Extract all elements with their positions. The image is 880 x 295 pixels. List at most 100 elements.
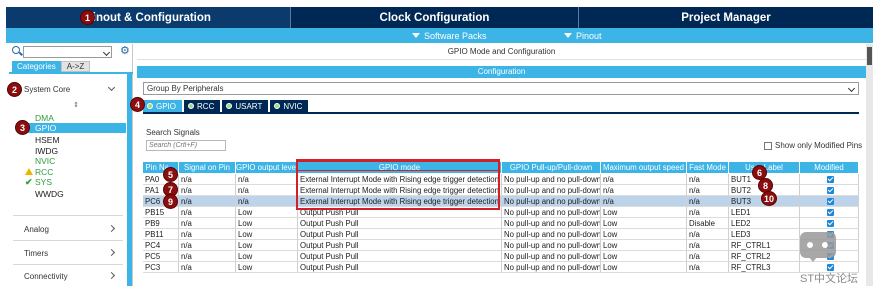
cell-modified[interactable]	[800, 185, 859, 196]
category-search-combo[interactable]	[23, 46, 112, 58]
cell-gpio-output-level[interactable]: n/a	[236, 185, 298, 196]
table-row[interactable]: PB11 n/a Low Output Push Pull No pull-up and…	[143, 229, 859, 240]
section-analog[interactable]: Analog	[24, 225, 49, 234]
cell-gpio-output-level[interactable]: Low	[236, 251, 298, 262]
checkbox-icon[interactable]	[764, 141, 772, 150]
tree-item-wwdg[interactable]: WWDG	[35, 189, 64, 199]
column-header-max-output-speed[interactable]: Maximum output speed	[601, 162, 687, 173]
cell-gpio-pull[interactable]: No pull-up and no pull-down	[502, 240, 601, 251]
cell-gpio-mode[interactable]: Output Push Pull	[298, 262, 502, 273]
table-row[interactable]: PA0 n/a n/a External Interrupt Mode with Ri…	[143, 174, 859, 185]
cell-gpio-pull[interactable]: No pull-up and no pull-down	[502, 229, 601, 240]
cell-user-label[interactable]: RF_CTRL3	[729, 262, 800, 273]
cell-max-output-speed[interactable]: Low	[601, 207, 687, 218]
cell-signal-on-pin[interactable]: n/a	[179, 196, 236, 207]
tree-item-sys[interactable]: SYS	[35, 177, 52, 187]
column-header-gpio-pull[interactable]: GPIO Pull-up/Pull-down	[502, 162, 601, 173]
table-row[interactable]: PB15 n/a Low Output Push Pull No pull-up and…	[143, 207, 859, 218]
cell-gpio-output-level[interactable]: Low	[236, 207, 298, 218]
cell-user-label[interactable]: RF_CTRL1	[729, 240, 800, 251]
cell-signal-on-pin[interactable]: n/a	[179, 218, 236, 229]
tab-rcc[interactable]: RCC	[184, 100, 221, 112]
cell-gpio-mode[interactable]: Output Push Pull	[298, 218, 502, 229]
cell-gpio-output-level[interactable]: Low	[236, 262, 298, 273]
cell-modified[interactable]	[800, 207, 859, 218]
cell-pin-name[interactable]: PC4	[143, 240, 179, 251]
chevron-right-icon[interactable]	[107, 271, 116, 280]
table-row[interactable]: PA1 n/a n/a External Interrupt Mode with Ri…	[143, 185, 859, 196]
cell-pin-name[interactable]: PB11	[143, 229, 179, 240]
tree-item-iwdg[interactable]: IWDG	[35, 146, 58, 156]
chevron-right-icon[interactable]	[107, 248, 116, 257]
cell-max-output-speed[interactable]: Low	[601, 218, 687, 229]
cell-fast-mode[interactable]: Disable	[687, 218, 729, 229]
column-header-fast-mode[interactable]: Fast Mode	[687, 162, 729, 173]
cell-gpio-pull[interactable]: No pull-up and no pull-down	[502, 185, 601, 196]
section-timers[interactable]: Timers	[24, 249, 48, 258]
cell-gpio-output-level[interactable]: n/a	[236, 196, 298, 207]
tree-item-gpio[interactable]: GPIO	[27, 123, 126, 133]
modified-checkbox[interactable]	[826, 176, 834, 183]
tab-clock-configuration[interactable]: Clock Configuration	[291, 7, 579, 28]
cell-fast-mode[interactable]: n/a	[687, 196, 729, 207]
cell-fast-mode[interactable]: n/a	[687, 174, 729, 185]
sort-icon[interactable]: ⇕	[73, 102, 79, 109]
cell-fast-mode[interactable]: n/a	[687, 185, 729, 196]
cell-signal-on-pin[interactable]: n/a	[179, 185, 236, 196]
section-system-core[interactable]: System Core	[24, 85, 70, 94]
table-row[interactable]: PC6 n/a n/a External Interrupt Mode with Ri…	[143, 196, 859, 207]
tab-pinout-configuration[interactable]: Pinout & Configuration	[6, 7, 291, 28]
cell-max-output-speed[interactable]: n/a	[601, 185, 687, 196]
cell-max-output-speed[interactable]: n/a	[601, 174, 687, 185]
tab-categories[interactable]: Categories	[12, 61, 61, 72]
section-connectivity[interactable]: Connectivity	[24, 272, 68, 281]
pinout-menu[interactable]: Pinout	[564, 29, 602, 42]
cell-fast-mode[interactable]: n/a	[687, 240, 729, 251]
cell-signal-on-pin[interactable]: n/a	[179, 262, 236, 273]
cell-gpio-output-level[interactable]: Low	[236, 229, 298, 240]
tab-project-manager[interactable]: Project Manager	[579, 7, 873, 28]
cell-gpio-output-level[interactable]: Low	[236, 218, 298, 229]
table-row[interactable]: PC3 n/a Low Output Push Pull No pull-up and …	[143, 262, 859, 273]
modified-checkbox[interactable]	[826, 187, 834, 194]
column-header-modified[interactable]: Modified	[800, 162, 859, 173]
chevron-right-icon[interactable]	[107, 224, 116, 233]
cell-gpio-pull[interactable]: No pull-up and no pull-down	[502, 196, 601, 207]
cell-gpio-output-level[interactable]: n/a	[236, 174, 298, 185]
scrollbar-thumb[interactable]	[867, 47, 872, 65]
cell-gpio-pull[interactable]: No pull-up and no pull-down	[502, 218, 601, 229]
tree-item-dma[interactable]: DMA	[35, 113, 54, 123]
chevron-down-icon[interactable]	[107, 83, 116, 92]
cell-signal-on-pin[interactable]: n/a	[179, 240, 236, 251]
tree-item-rcc[interactable]: RCC	[35, 167, 53, 177]
group-by-select[interactable]: Group By Peripherals	[143, 82, 859, 95]
cell-max-output-speed[interactable]: Low	[601, 240, 687, 251]
cell-signal-on-pin[interactable]: n/a	[179, 207, 236, 218]
cell-user-label[interactable]: RF_CTRL2	[729, 251, 800, 262]
column-header-gpio-output-level[interactable]: GPIO output level	[236, 162, 298, 173]
cell-modified[interactable]	[800, 196, 859, 207]
cell-modified[interactable]	[800, 218, 859, 229]
cell-modified[interactable]	[800, 174, 859, 185]
gear-icon[interactable]: ⚙	[120, 46, 130, 57]
show-modified-toggle[interactable]: Show only Modified Pins	[764, 141, 862, 150]
cell-gpio-mode[interactable]: Output Push Pull	[298, 240, 502, 251]
tab-gpio[interactable]: GPIO	[143, 100, 183, 112]
table-row[interactable]: PC4 n/a Low Output Push Pull No pull-up and …	[143, 240, 859, 251]
cell-gpio-mode[interactable]: Output Push Pull	[298, 229, 502, 240]
tree-item-hsem[interactable]: HSEM	[35, 135, 60, 145]
cell-signal-on-pin[interactable]: n/a	[179, 251, 236, 262]
cell-user-label[interactable]: LED1	[729, 207, 800, 218]
cell-gpio-pull[interactable]: No pull-up and no pull-down	[502, 207, 601, 218]
cell-fast-mode[interactable]: n/a	[687, 262, 729, 273]
cell-gpio-pull[interactable]: No pull-up and no pull-down	[502, 251, 601, 262]
software-packs-menu[interactable]: Software Packs	[412, 29, 487, 42]
modified-checkbox[interactable]	[826, 198, 834, 205]
cell-pin-name[interactable]: PC5	[143, 251, 179, 262]
cell-pin-name[interactable]: PB9	[143, 218, 179, 229]
table-row[interactable]: PC5 n/a Low Output Push Pull No pull-up and …	[143, 251, 859, 262]
cell-fast-mode[interactable]: n/a	[687, 207, 729, 218]
search-signals-input[interactable]	[146, 140, 226, 151]
cell-gpio-pull[interactable]: No pull-up and no pull-down	[502, 262, 601, 273]
tab-nvic[interactable]: NVIC	[270, 100, 309, 112]
